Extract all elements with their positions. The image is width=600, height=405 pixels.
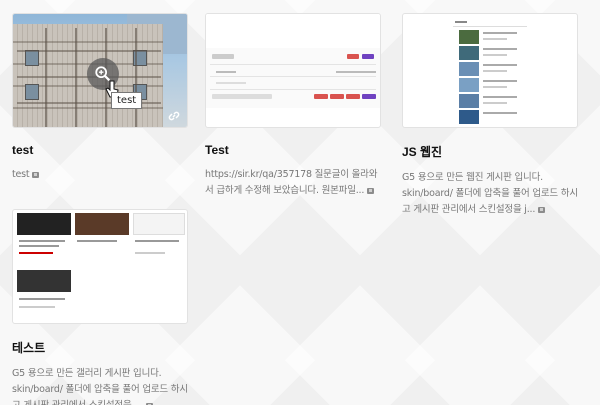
link-icon[interactable]: [167, 109, 181, 123]
card-description[interactable]: https://sir.kr/qa/357178 질문글이 올라와서 급하게 수…: [205, 169, 377, 196]
card-thumbnail[interactable]: [205, 13, 381, 128]
tooltip: test: [111, 92, 143, 109]
card-title[interactable]: JS 웹진: [402, 143, 578, 160]
card-description[interactable]: test: [12, 169, 30, 180]
card-title[interactable]: Test: [205, 143, 381, 157]
image-icon: [538, 206, 546, 213]
card-thumbnail[interactable]: test: [12, 13, 188, 128]
card-thumbnail[interactable]: [402, 13, 578, 128]
card-test-2: Test https://sir.kr/qa/357178 질문글이 올라와서 …: [205, 13, 381, 199]
card-title[interactable]: test: [12, 143, 188, 157]
image-icon: [32, 171, 40, 178]
card-js-webzine: JS 웹진 G5 용으로 만든 웹진 게시판 입니다. skin/board/ …: [402, 13, 578, 218]
card-description[interactable]: G5 용으로 만든 갤러리 게시판 입니다. skin/board/ 폴더에 압…: [12, 368, 188, 405]
card-title[interactable]: 테스트: [12, 339, 188, 356]
card-test-gallery: 테스트 G5 용으로 만든 갤러리 게시판 입니다. skin/board/ 폴…: [12, 209, 188, 405]
card-thumbnail[interactable]: [12, 209, 188, 324]
card-description[interactable]: G5 용으로 만든 웹진 게시판 입니다. skin/board/ 폴더에 압축…: [402, 172, 578, 215]
image-icon: [367, 187, 375, 194]
card-test: test test test: [12, 13, 188, 183]
